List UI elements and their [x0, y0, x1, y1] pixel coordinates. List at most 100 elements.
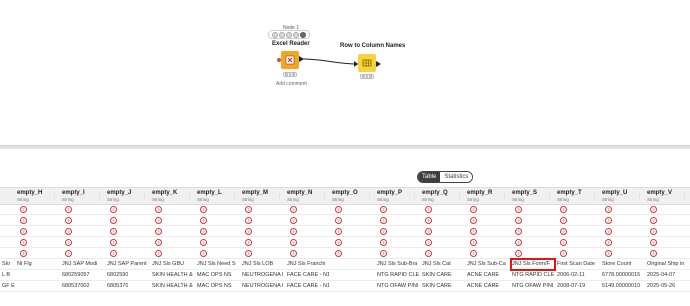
- table-cell[interactable]: MAC OPS NS: [197, 272, 232, 278]
- column-name: empty_H: [17, 190, 43, 196]
- table-cell[interactable]: NTG OFAW PINI: [377, 283, 418, 289]
- table-cell[interactable]: 2006-02-11: [557, 272, 585, 278]
- column-menu-icon[interactable]: ⋮: [592, 193, 597, 199]
- open-view-button[interactable]: [300, 31, 307, 38]
- column-name: empty_P: [377, 190, 403, 196]
- excel-reader-title[interactable]: Excel Reader: [272, 41, 310, 47]
- table-cell[interactable]: 680259057: [62, 272, 90, 278]
- table-cell[interactable]: Original Ship in: [647, 261, 684, 267]
- table-row[interactable]: GF E 680537002 6805370 SKIN HEALTH & MAC OPS…: [0, 281, 690, 292]
- column-header[interactable]: empty_N String ⋮: [285, 188, 330, 204]
- column-menu-icon[interactable]: ⋮: [187, 193, 192, 199]
- column-header[interactable]: empty_T String ⋮: [555, 188, 600, 204]
- column-menu-icon[interactable]: ⋮: [367, 193, 372, 199]
- configure-button[interactable]: [271, 31, 278, 38]
- node-input-marker: [277, 58, 281, 62]
- table-cell[interactable]: JNJ Sls Cat: [422, 261, 451, 267]
- column-header[interactable]: empty_U String ⋮: [600, 188, 645, 204]
- table-cell[interactable]: First Scan Date: [557, 261, 595, 267]
- table-cell[interactable]: Slo: [2, 261, 10, 267]
- row-to-column-names-title[interactable]: Row to Column Names: [340, 43, 405, 49]
- column-menu-icon[interactable]: ⋮: [547, 193, 552, 199]
- table-cell[interactable]: 2025-05-26: [647, 283, 675, 289]
- table-row[interactable]: Slo NI Flg JNJ SAP Modi JNJ SAP Parent JNJ S…: [0, 259, 690, 270]
- table-cell[interactable]: ACNE CARE: [467, 272, 499, 278]
- table-cell[interactable]: NTG RAPID CLE: [377, 272, 419, 278]
- table-cell[interactable]: MAC OPS NS: [197, 283, 232, 289]
- table-cell[interactable]: JNJ Sls GBU: [152, 261, 184, 267]
- column-header[interactable]: empty_O String ⋮: [330, 188, 375, 204]
- table-cell[interactable]: NEUTROGENA I: [242, 272, 284, 278]
- tab-table[interactable]: Table: [418, 172, 441, 182]
- table-cell[interactable]: JNJ Sls Franchi: [287, 261, 326, 267]
- connection-line[interactable]: [300, 55, 360, 67]
- reset-button[interactable]: [293, 31, 300, 38]
- table-cell[interactable]: SKIN HEALTH &: [152, 283, 193, 289]
- table-row[interactable]: ???????????????: [0, 248, 690, 259]
- table-row[interactable]: ???????????????: [0, 204, 690, 215]
- table-cell[interactable]: NTG RAPID CLE: [512, 272, 554, 278]
- column-header[interactable]: empty_K String ⋮: [150, 188, 195, 204]
- table-cell[interactable]: NI Flg: [17, 261, 32, 267]
- column-header[interactable]: empty_J String ⋮: [105, 188, 150, 204]
- column-header[interactable]: empty_S String ⋮: [510, 188, 555, 204]
- table-cell[interactable]: 6802590: [107, 272, 128, 278]
- column-menu-icon[interactable]: ⋮: [637, 193, 642, 199]
- table-row[interactable]: L B 680259057 6802590 SKIN HEALTH & MAC OPS …: [0, 270, 690, 281]
- row-to-column-names-node[interactable]: [358, 54, 376, 72]
- excel-reader-node[interactable]: [281, 51, 299, 69]
- missing-value-icon: ?: [380, 250, 387, 257]
- table-cell[interactable]: JNJ Sls Sub-Ca: [467, 261, 506, 267]
- column-header[interactable]: empty_Q String ⋮: [420, 188, 465, 204]
- cancel-button[interactable]: [285, 31, 292, 38]
- column-header[interactable]: empty_H String ⋮: [15, 188, 60, 204]
- add-comment-link[interactable]: Add comment: [276, 81, 307, 87]
- column-menu-icon[interactable]: ⋮: [412, 193, 417, 199]
- table-cell[interactable]: NEUTROGENA I: [242, 283, 284, 289]
- column-menu-icon[interactable]: ⋮: [277, 193, 282, 199]
- column-header[interactable]: empty_M String ⋮: [240, 188, 285, 204]
- row-to-column-output-port[interactable]: [376, 61, 381, 67]
- table-cell[interactable]: JNJ Sls LOB: [242, 261, 273, 267]
- column-header[interactable]: empty_P String ⋮: [375, 188, 420, 204]
- column-menu-icon[interactable]: ⋮: [322, 193, 327, 199]
- column-header[interactable]: empty_L String ⋮: [195, 188, 240, 204]
- table-cell[interactable]: JNJ SAP Modi: [62, 261, 97, 267]
- workflow-canvas[interactable]: Node 1 Excel Reader Add comment Row to C…: [0, 0, 690, 145]
- column-name: empty_J: [107, 190, 132, 196]
- table-cell[interactable]: 6805370: [107, 283, 128, 289]
- column-menu-icon[interactable]: ⋮: [682, 193, 687, 199]
- column-menu-icon[interactable]: ⋮: [142, 193, 147, 199]
- table-cell[interactable]: 2008-07-19: [557, 283, 585, 289]
- table-cell[interactable]: 6778.00000015: [602, 272, 640, 278]
- table-cell[interactable]: SKIN CARE: [422, 283, 452, 289]
- table-row[interactable]: ???????????????: [0, 215, 690, 226]
- table-cell[interactable]: NTG OFAW PINI: [512, 283, 553, 289]
- column-header[interactable]: empty_R String ⋮: [465, 188, 510, 204]
- table-cell[interactable]: SKIN HEALTH &: [152, 272, 193, 278]
- tab-statistics[interactable]: Statistics: [440, 172, 473, 182]
- table-cell[interactable]: ACNE CARE: [467, 283, 499, 289]
- table-cell[interactable]: 5149.00000010: [602, 283, 640, 289]
- table-cell[interactable]: 2025-04-07: [647, 272, 675, 278]
- column-menu-icon[interactable]: ⋮: [97, 193, 102, 199]
- table-cell[interactable]: Store Count: [602, 261, 631, 267]
- table-cell[interactable]: FACE CARE - N1: [287, 272, 329, 278]
- column-menu-icon[interactable]: ⋮: [232, 193, 237, 199]
- column-menu-icon[interactable]: ⋮: [52, 193, 57, 199]
- table-cell[interactable]: 680537002: [62, 283, 90, 289]
- table-cell[interactable]: JNJ Sls Sub-Bra: [377, 261, 417, 267]
- column-header[interactable]: empty_V String ⋮: [645, 188, 690, 204]
- table-cell[interactable]: GF E: [2, 283, 15, 289]
- execute-button[interactable]: [278, 31, 285, 38]
- table-row[interactable]: ???????????????: [0, 237, 690, 248]
- table-cell[interactable]: SKIN CARE: [422, 272, 452, 278]
- column-menu-icon[interactable]: ⋮: [457, 193, 462, 199]
- table-cell[interactable]: JNJ Sls Need S: [197, 261, 236, 267]
- table-row[interactable]: ???????????????: [0, 226, 690, 237]
- table-cell[interactable]: FACE CARE - N1: [287, 283, 329, 289]
- column-header[interactable]: empty_I String ⋮: [60, 188, 105, 204]
- table-cell[interactable]: JNJ SAP Parent: [107, 261, 147, 267]
- column-menu-icon[interactable]: ⋮: [502, 193, 507, 199]
- table-cell[interactable]: L B: [2, 272, 10, 278]
